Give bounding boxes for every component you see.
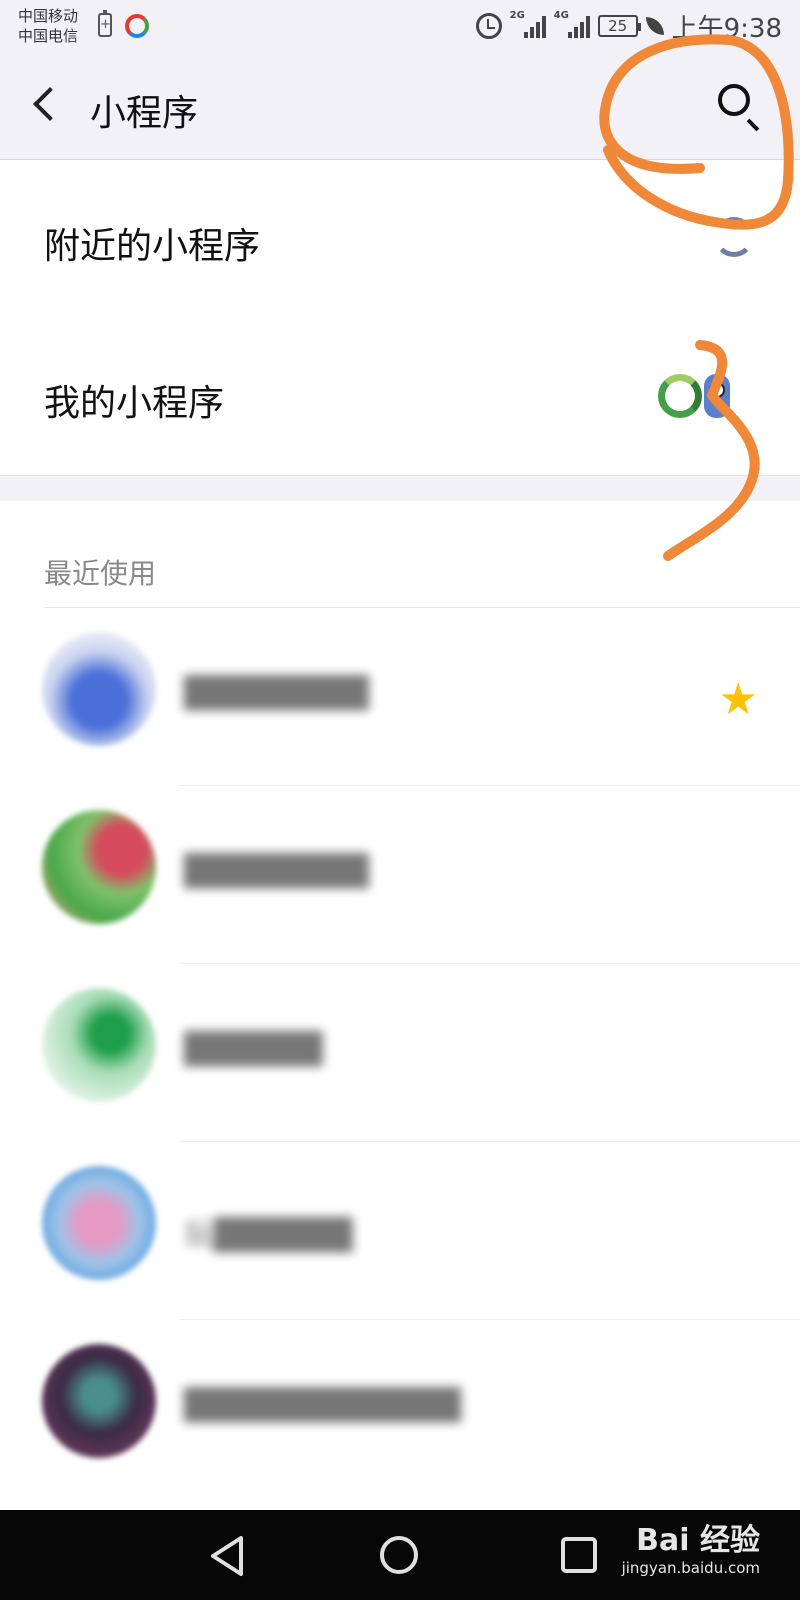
watermark-sub: jingyan.baidu.com [621,1559,760,1577]
signal-icon-2: 4G [554,10,590,38]
carrier-1: 中国移动 [18,7,79,25]
network-type-2: 4G [553,10,569,21]
nav-back-button[interactable] [205,1532,249,1580]
nearby-mini-programs-entry[interactable]: 附近的小程序 [0,161,800,317]
my-mini-programs-label: 我的小程序 [44,383,225,424]
item-name: ████████ [184,676,369,711]
carrier-info: 中国移动 中国电信 [18,6,78,46]
square-recent-icon [561,1537,597,1573]
item-name: ████████ [184,854,369,889]
nearby-mini-programs-label: 附近的小程序 [44,226,261,267]
signal-icon: 2G [510,10,546,38]
recent-section-header: 最近使用 [44,557,157,590]
status-time: 上午9:38 [671,13,782,44]
alarm-icon [475,13,502,39]
my-mini-programs-entry[interactable]: 我的小程序 [0,318,800,474]
mascot-icon [704,374,730,418]
refresh-icon [714,217,754,257]
item-name: ████████████ [184,1388,461,1423]
navigation-bar: Bai 经验 jingyan.baidu.com [0,1510,800,1600]
section-gap [0,475,800,501]
avatar [42,1344,156,1458]
title-bar: 小程序 [0,52,800,160]
my-mini-program-icons [658,374,730,418]
battery-icon: 25 [597,15,641,37]
avatar [42,632,156,746]
search-button[interactable] [716,82,762,128]
watermark-main: Bai 经验 [636,1523,760,1558]
list-item[interactable]: ████████ [0,786,800,964]
nav-recent-apps-button[interactable] [560,1536,598,1574]
list-item[interactable]: 玩██████ [0,1142,800,1320]
carrier-2: 中国电信 [18,27,79,45]
item-name: ██████ [184,1032,323,1067]
page-title: 小程序 [90,93,199,134]
list-item[interactable]: ████████████ [0,1320,800,1498]
item-name: 玩██████ [184,1218,353,1253]
status-icons: 2G 4G 25 上午9:38 [475,10,782,44]
network-type-1: 2G [509,10,525,21]
avatar [42,810,156,924]
recent-list: ████████ ★ ████████ ██████ 玩██████ █████… [0,608,800,1498]
status-bar: 中国移动 中国电信 + 2G 4G 25 上午9:38 [0,0,800,52]
circle-home-icon [380,1536,418,1574]
charging-icon: + [98,10,112,37]
triangle-back-icon [211,1536,243,1576]
search-icon [718,84,750,116]
nav-home-button[interactable] [378,1534,420,1576]
chevron-left-icon [33,87,67,121]
recycle-icon [658,374,702,418]
eco-leaf-icon [645,17,664,35]
avatar [42,1166,156,1280]
baidu-jingyan-watermark: Bai 经验 jingyan.baidu.com [622,1524,760,1578]
app-notification-icon [125,14,149,38]
avatar [42,988,156,1102]
list-item[interactable]: ██████ [0,964,800,1142]
star-icon[interactable]: ★ [719,678,758,722]
list-item[interactable]: ████████ ★ [0,608,800,786]
back-button[interactable] [28,82,68,132]
